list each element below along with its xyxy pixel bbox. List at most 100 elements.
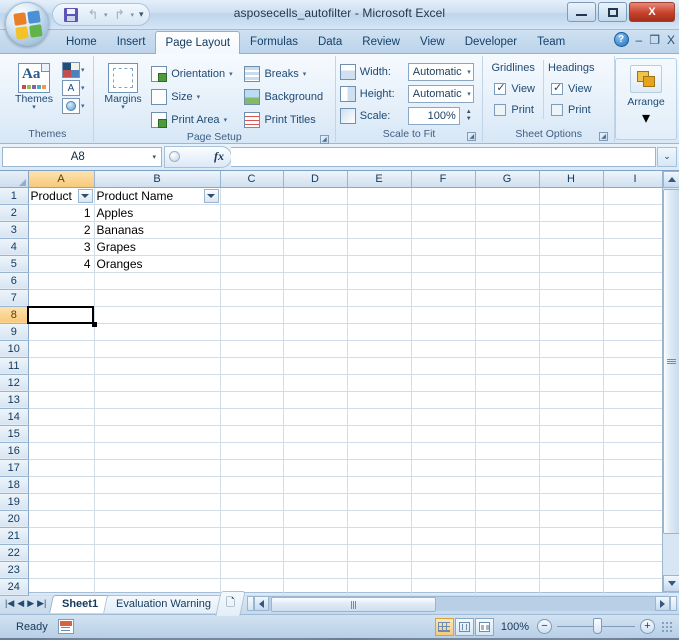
resize-grip-icon[interactable] <box>661 621 673 633</box>
page-layout-view-button[interactable] <box>455 618 474 636</box>
tab-home[interactable]: Home <box>56 30 107 54</box>
cell-H23[interactable] <box>539 561 603 578</box>
cell-D6[interactable] <box>283 272 347 289</box>
cell-B9[interactable] <box>94 323 220 340</box>
column-header-d[interactable]: D <box>283 171 347 187</box>
cell-H14[interactable] <box>539 408 603 425</box>
chevron-down-icon[interactable]: ▾ <box>197 93 201 101</box>
cell-B6[interactable] <box>94 272 220 289</box>
size-button[interactable]: Size ▾ <box>148 86 241 107</box>
cell-D11[interactable] <box>283 357 347 374</box>
cell-B21[interactable] <box>94 527 220 544</box>
breaks-button[interactable]: Breaks ▾ <box>241 63 330 84</box>
close-button[interactable]: X <box>629 2 675 22</box>
cell-E22[interactable] <box>347 544 411 561</box>
arrange-button[interactable]: Arrange ▾ <box>615 58 677 140</box>
cell-E8[interactable] <box>347 306 411 323</box>
column-header-e[interactable]: E <box>347 171 411 187</box>
cell-B16[interactable] <box>94 442 220 459</box>
chevron-down-icon[interactable]: ▾ <box>303 70 307 78</box>
cell-G11[interactable] <box>475 357 539 374</box>
restore-window-icon[interactable]: ❐ <box>649 34 660 46</box>
cell-C17[interactable] <box>220 459 283 476</box>
cell-E12[interactable] <box>347 374 411 391</box>
cell-E3[interactable] <box>347 221 411 238</box>
cell-F20[interactable] <box>411 510 475 527</box>
cell-G12[interactable] <box>475 374 539 391</box>
cell-B23[interactable] <box>94 561 220 578</box>
cell-D7[interactable] <box>283 289 347 306</box>
cell-H16[interactable] <box>539 442 603 459</box>
row-header-1[interactable]: 1 <box>0 187 28 204</box>
cell-H1[interactable] <box>539 187 603 204</box>
cell-F7[interactable] <box>411 289 475 306</box>
cell-E19[interactable] <box>347 493 411 510</box>
last-sheet-icon[interactable]: ▶| <box>37 598 46 609</box>
row-header-15[interactable]: 15 <box>0 425 28 442</box>
cell-I7[interactable] <box>603 289 667 306</box>
cell-A8[interactable] <box>28 306 94 323</box>
cell-H24[interactable] <box>539 578 603 595</box>
cell-A21[interactable] <box>28 527 94 544</box>
cell-G16[interactable] <box>475 442 539 459</box>
cell-E6[interactable] <box>347 272 411 289</box>
row-header-17[interactable]: 17 <box>0 459 28 476</box>
row-header-3[interactable]: 3 <box>0 221 28 238</box>
cell-A18[interactable] <box>28 476 94 493</box>
cell-C5[interactable] <box>220 255 283 272</box>
cell-H20[interactable] <box>539 510 603 527</box>
expand-formula-bar-icon[interactable]: ⌄ <box>657 147 677 167</box>
cell-C12[interactable] <box>220 374 283 391</box>
cell-E5[interactable] <box>347 255 411 272</box>
cell-E20[interactable] <box>347 510 411 527</box>
cell-D2[interactable] <box>283 204 347 221</box>
cell-D14[interactable] <box>283 408 347 425</box>
cell-A17[interactable] <box>28 459 94 476</box>
cell-B24[interactable] <box>94 578 220 595</box>
cell-A2[interactable]: 1 <box>28 204 94 221</box>
gridlines-view-checkbox[interactable]: View <box>491 79 535 98</box>
cell-E13[interactable] <box>347 391 411 408</box>
cell-I17[interactable] <box>603 459 667 476</box>
cell-G1[interactable] <box>475 187 539 204</box>
cell-H11[interactable] <box>539 357 603 374</box>
cell-I23[interactable] <box>603 561 667 578</box>
cell-E23[interactable] <box>347 561 411 578</box>
insert-worksheet-button[interactable]: 🗋 <box>216 591 246 616</box>
cell-D13[interactable] <box>283 391 347 408</box>
cell-H2[interactable] <box>539 204 603 221</box>
record-macro-icon[interactable] <box>58 619 74 634</box>
cell-I24[interactable] <box>603 578 667 595</box>
cell-B12[interactable] <box>94 374 220 391</box>
cell-I20[interactable] <box>603 510 667 527</box>
cell-I14[interactable] <box>603 408 667 425</box>
cell-F10[interactable] <box>411 340 475 357</box>
cell-F22[interactable] <box>411 544 475 561</box>
page-break-preview-button[interactable] <box>475 618 494 636</box>
cell-B11[interactable] <box>94 357 220 374</box>
cell-A3[interactable]: 2 <box>28 221 94 238</box>
cell-C23[interactable] <box>220 561 283 578</box>
column-header-h[interactable]: H <box>539 171 603 187</box>
cell-E10[interactable] <box>347 340 411 357</box>
cell-H19[interactable] <box>539 493 603 510</box>
row-header-20[interactable]: 20 <box>0 510 28 527</box>
cell-I2[interactable] <box>603 204 667 221</box>
cell-F2[interactable] <box>411 204 475 221</box>
cell-A16[interactable] <box>28 442 94 459</box>
tab-review[interactable]: Review <box>352 30 410 54</box>
cell-B13[interactable] <box>94 391 220 408</box>
cell-G13[interactable] <box>475 391 539 408</box>
cell-C19[interactable] <box>220 493 283 510</box>
cell-E18[interactable] <box>347 476 411 493</box>
tab-page-layout[interactable]: Page Layout <box>155 31 240 55</box>
minimize-ribbon-icon[interactable]: – <box>636 34 643 46</box>
chevron-down-icon[interactable]: ▾ <box>81 66 85 74</box>
cell-C1[interactable] <box>220 187 283 204</box>
cell-B14[interactable] <box>94 408 220 425</box>
cell-C4[interactable] <box>220 238 283 255</box>
horizontal-split-handle-right[interactable] <box>670 596 677 611</box>
row-header-9[interactable]: 9 <box>0 323 28 340</box>
scroll-left-button[interactable] <box>254 596 269 611</box>
row-header-24[interactable]: 24 <box>0 578 28 595</box>
